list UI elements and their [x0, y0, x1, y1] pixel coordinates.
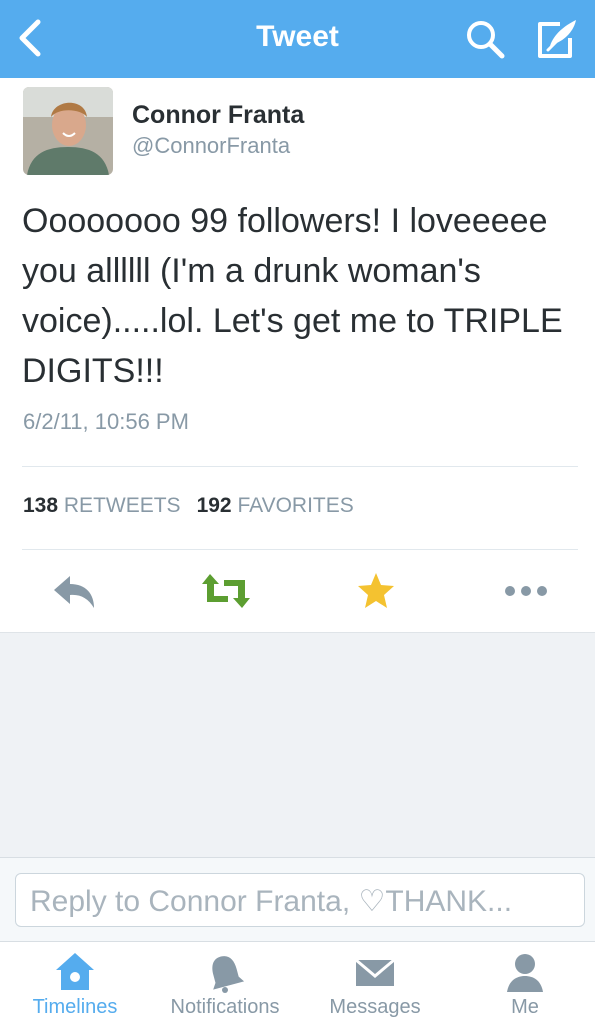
home-icon: [56, 953, 94, 990]
tab-timelines[interactable]: Timelines: [0, 942, 150, 1024]
tweet-text: Oooooooo 99 followers! I loveeeee you al…: [22, 202, 563, 390]
avatar-photo: [23, 87, 113, 175]
tab-notifications[interactable]: Notifications: [150, 942, 300, 1024]
search-icon: [467, 21, 505, 59]
tweet-timestamp: 6/2/11, 10:56 PM: [23, 409, 189, 434]
tab-label: Me: [511, 996, 539, 1018]
retweets-label: RETWEETS: [63, 494, 181, 517]
person-icon: [507, 954, 543, 992]
favorites-label: FAVORITES: [237, 494, 354, 517]
bell-icon: [212, 956, 245, 993]
favorites-count: 192: [196, 494, 232, 517]
retweets-stat[interactable]: 138 RETWEETS: [23, 494, 181, 517]
favorite-button[interactable]: [356, 570, 396, 612]
favorite-star-icon: [358, 573, 394, 608]
tab-messages[interactable]: Messages: [300, 942, 450, 1024]
reply-button[interactable]: [52, 570, 98, 612]
tab-label: Messages: [329, 996, 421, 1018]
tab-me[interactable]: Me: [450, 942, 595, 1024]
envelope-icon: [355, 958, 395, 986]
retweet-button[interactable]: [200, 570, 252, 612]
author-handle[interactable]: @ConnorFranta: [132, 133, 290, 159]
retweet-icon: [202, 574, 250, 608]
tab-label: Timelines: [32, 996, 118, 1018]
compose-icon: [538, 20, 576, 58]
favorites-stat[interactable]: 192 FAVORITES: [197, 494, 354, 517]
reply-icon: [54, 576, 94, 608]
reply-bar: Reply to Connor Franta, ♡THANK...: [0, 857, 595, 941]
avatar[interactable]: [23, 87, 113, 175]
divider: [22, 466, 578, 467]
divider: [22, 549, 578, 550]
reply-input[interactable]: Reply to Connor Franta, ♡THANK...: [15, 873, 585, 927]
more-button[interactable]: [502, 570, 550, 612]
compose-button[interactable]: [534, 16, 580, 60]
retweets-count: 138: [23, 494, 59, 517]
tweet-stats: 138 RETWEETS 192 FAVORITES: [23, 494, 354, 518]
more-icon: [505, 586, 547, 596]
author-name[interactable]: Connor Franta: [132, 101, 304, 130]
search-button[interactable]: [464, 18, 506, 60]
tab-label: Notifications: [170, 996, 280, 1018]
nav-bar: Tweet: [0, 0, 595, 78]
tab-bar: Timelines Notifications Messages Me: [0, 941, 595, 1024]
empty-area: [0, 632, 595, 857]
